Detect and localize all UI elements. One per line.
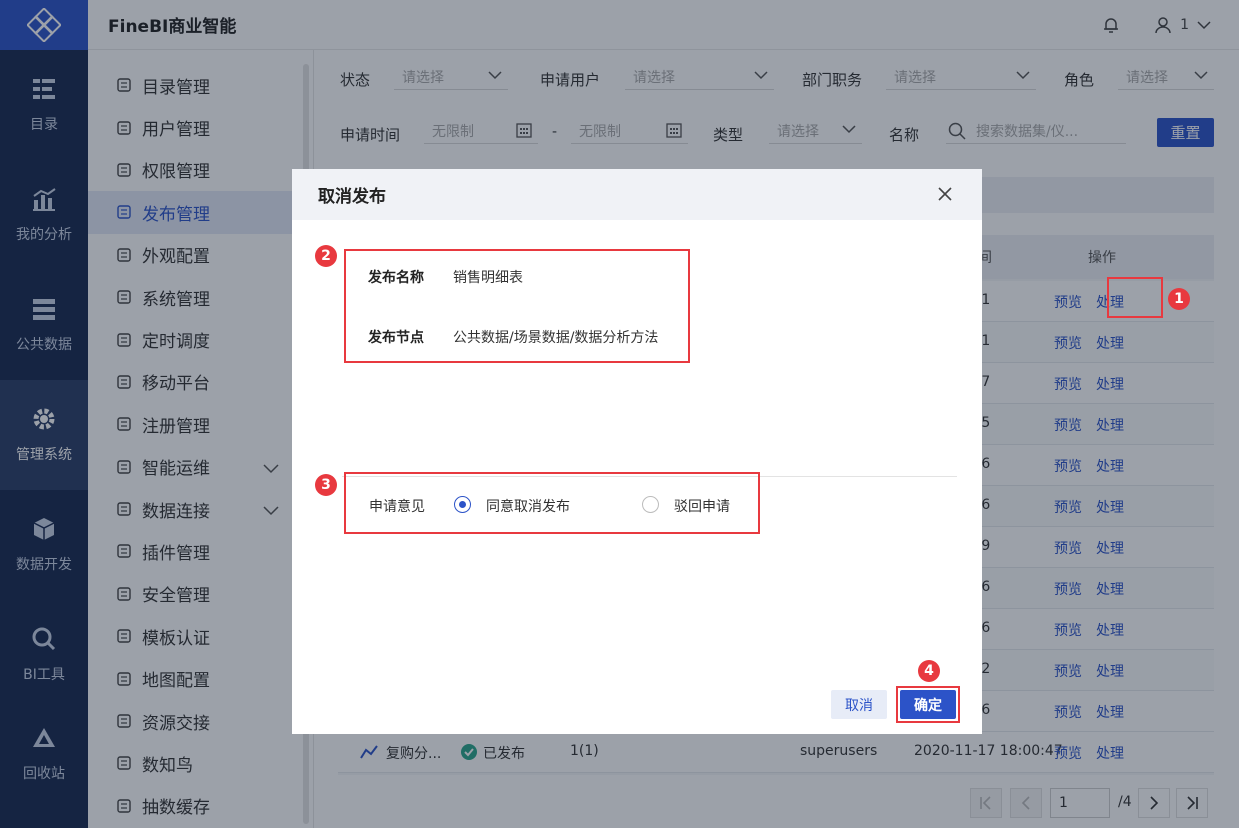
annotation-badge-4: 4	[918, 660, 940, 682]
annotation-box-2	[344, 249, 690, 363]
annotation-box-3	[344, 472, 760, 534]
annotation-badge-3: 3	[315, 474, 337, 496]
dialog-title: 取消发布	[318, 187, 386, 207]
annotation-badge-1: 1	[1168, 288, 1190, 310]
dialog-header: 取消发布	[292, 169, 982, 220]
annotation-box-1	[1107, 277, 1163, 318]
cancel-button[interactable]: 取消	[831, 690, 887, 719]
close-icon[interactable]	[936, 185, 954, 203]
annotation-badge-2: 2	[315, 245, 337, 267]
annotation-box-4	[896, 686, 960, 723]
cancel-publish-dialog: 取消发布 发布名称 销售明细表 发布节点 公共数据/场景数据/数据分析方法 申请…	[292, 169, 982, 734]
